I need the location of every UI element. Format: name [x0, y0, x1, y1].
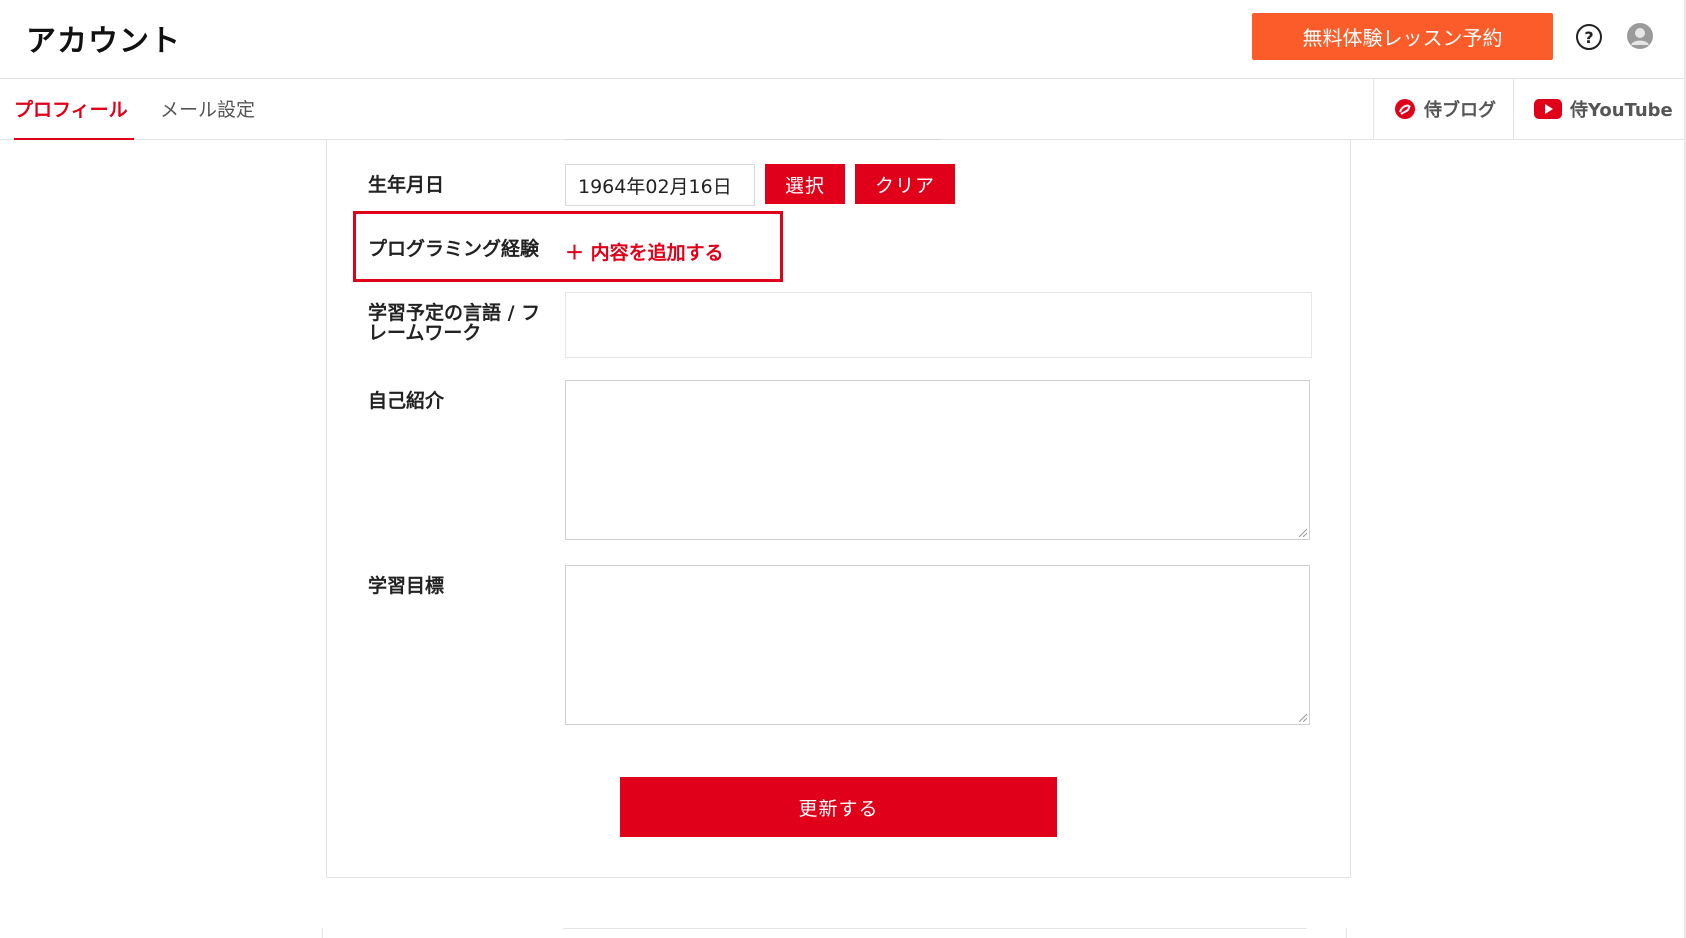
tab-mail-settings[interactable]: メール設定 [160, 95, 255, 140]
tab-bar: プロフィール メール設定 侍ブログ 侍YouTube [0, 79, 1686, 140]
samurai-blog-icon [1395, 99, 1415, 119]
samurai-blog-link[interactable]: 侍ブログ [1373, 79, 1513, 139]
samurai-blog-label: 侍ブログ [1424, 100, 1496, 121]
page: アカウント 無料体験レッスン予約 ? プロフィール メール設定 侍ブログ 侍Yo… [0, 0, 1686, 938]
languages-input[interactable] [565, 292, 1312, 358]
birthday-label: 生年月日 [368, 174, 445, 196]
divider [563, 928, 1307, 929]
learning-goal-textarea[interactable] [565, 565, 1310, 725]
languages-label-line-1: 学習予定の言語 / フ [368, 302, 541, 324]
self-intro-textarea[interactable] [565, 380, 1310, 540]
page-title: アカウント [26, 24, 181, 59]
add-content-link[interactable]: ＋ 内容を追加する [565, 238, 724, 265]
learning-goal-label: 学習目標 [368, 575, 445, 597]
tab-profile[interactable]: プロフィール [14, 95, 134, 140]
divider [565, 139, 941, 140]
date-select-button[interactable]: 選択 [765, 164, 845, 204]
help-icon[interactable]: ? [1576, 24, 1602, 50]
samurai-youtube-label: 侍YouTube [1570, 100, 1673, 121]
birthday-input[interactable]: 1964年02月16日 [565, 164, 755, 206]
date-clear-button[interactable]: クリア [855, 164, 955, 204]
top-header: アカウント 無料体験レッスン予約 ? [0, 0, 1686, 79]
youtube-icon [1534, 99, 1562, 119]
self-intro-label: 自己紹介 [368, 390, 445, 412]
avatar-icon[interactable] [1627, 23, 1653, 49]
divider [322, 928, 323, 938]
programming-experience-label: プログラミング経験 [368, 238, 540, 260]
resize-grip-icon[interactable] [1297, 527, 1307, 537]
samurai-youtube-link[interactable]: 侍YouTube [1513, 79, 1686, 139]
resize-grip-icon[interactable] [1297, 712, 1307, 722]
divider [1346, 928, 1347, 938]
update-button[interactable]: 更新する [620, 777, 1057, 837]
free-trial-lesson-button[interactable]: 無料体験レッスン予約 [1252, 13, 1553, 60]
languages-label-line-2: レームワーク [368, 322, 482, 344]
